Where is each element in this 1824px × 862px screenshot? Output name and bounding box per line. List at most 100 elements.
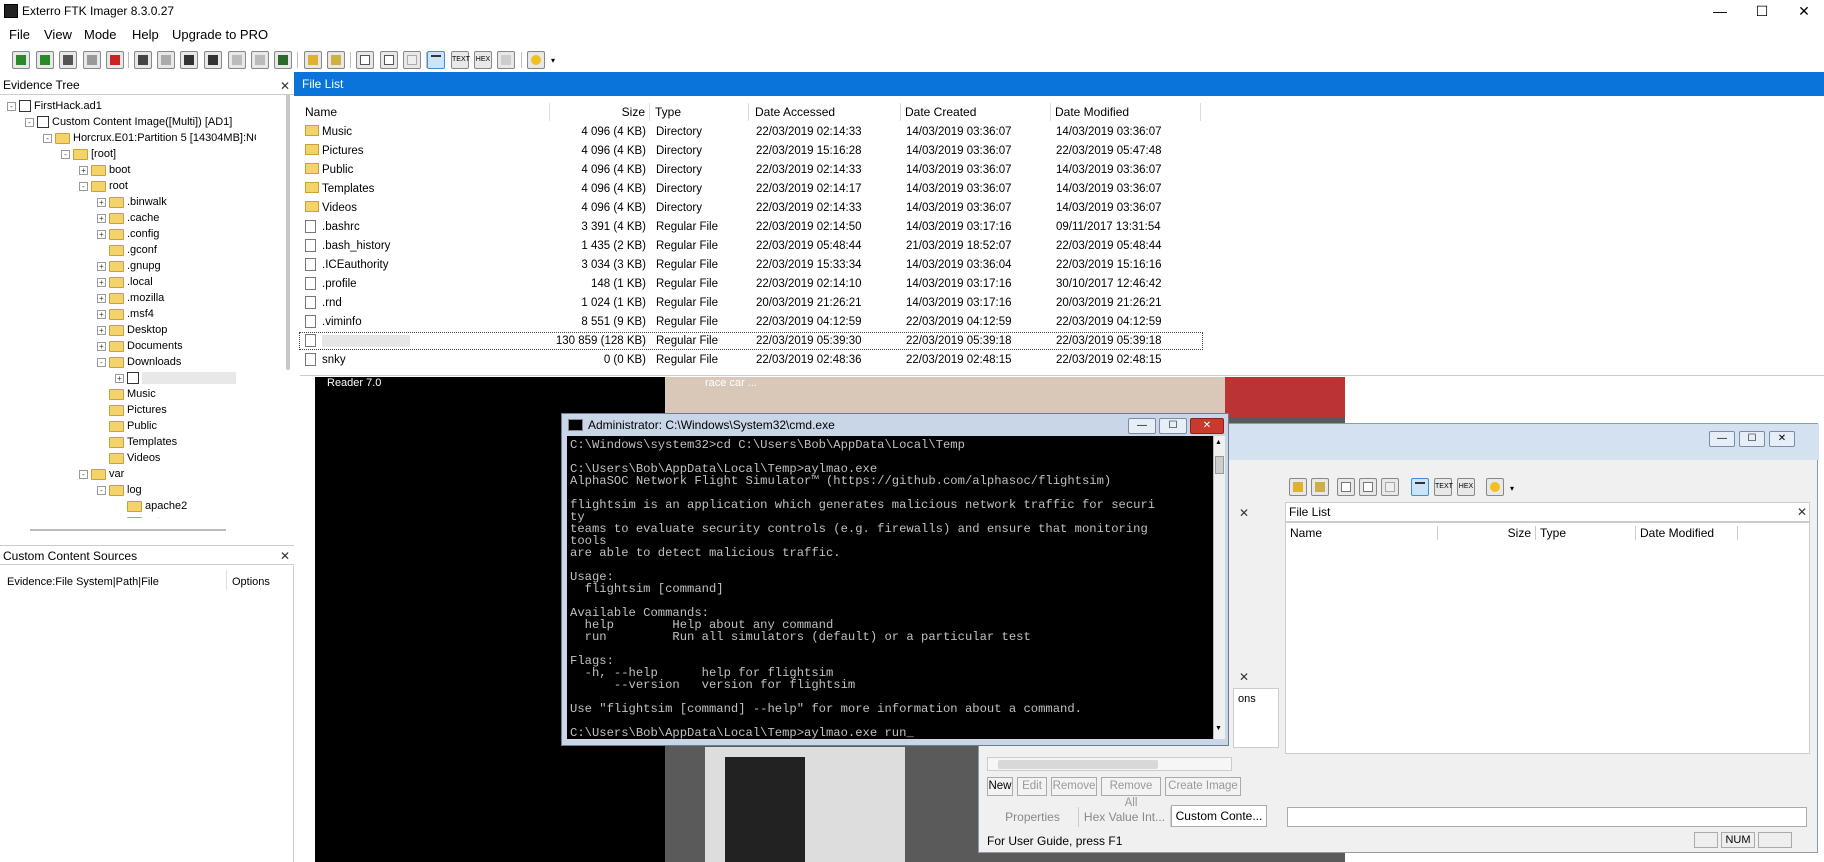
expand-icon[interactable]: + [97,341,106,351]
ftk2-col-name[interactable]: Name [1290,526,1438,540]
tree-node[interactable]: Templates [97,434,177,450]
tree-node[interactable]: + .cache [97,210,159,226]
tree-node[interactable]: Public [97,418,157,434]
ftk2-text-view-button[interactable]: TEXT [1434,478,1453,496]
collapse-icon[interactable]: - [97,357,106,367]
tree-node[interactable]: + .binwalk [97,194,167,210]
tree-node[interactable]: + [115,370,236,386]
file-row[interactable]: .bashrc 3 391 (4 KB) Regular File 22/03/201… [300,219,1202,235]
tree-node[interactable]: - [root] [61,146,116,162]
tree-node[interactable]: Videos [97,450,160,466]
ftk2-col-modified[interactable]: Date Modified [1640,526,1738,540]
ftk2-hscrollbar[interactable] [987,757,1232,771]
help-icon[interactable] [527,51,545,69]
tree-hscrollbar[interactable] [30,529,226,531]
file-row[interactable]: Music 4 096 (4 KB) Directory 22/03/2019 02:… [300,124,1202,140]
document-icon[interactable] [380,51,398,69]
collapse-icon[interactable]: - [61,149,70,159]
cmd-terminal[interactable]: C:\Windows\system32>cd C:\Users\Bob\AppD… [567,436,1215,739]
col-size[interactable]: Size [550,103,650,121]
auto-view-icon[interactable] [427,51,445,69]
ftk2-maximize-button[interactable]: ☐ [1739,431,1765,447]
expand-icon[interactable]: + [97,213,106,223]
menu-mode[interactable]: Mode [84,27,117,42]
ftk2-edit-button[interactable]: Edit [1017,777,1047,796]
ftk2-new-button[interactable]: New [987,777,1013,796]
ftk2-create-image-button[interactable]: Create Image [1165,777,1241,796]
file-row[interactable]: .profile 148 (1 KB) Regular File 22/03/2019… [300,276,1202,292]
file-row[interactable]: .ICEauthority 3 034 (3 KB) Regular File 22/… [300,257,1202,273]
custom-content-close-icon[interactable]: ✕ [280,549,290,563]
toolbar-overflow-icon[interactable]: ▾ [551,56,555,65]
collapse-icon[interactable]: - [43,133,52,143]
expand-icon[interactable]: + [79,165,88,175]
tree-node[interactable]: + .mozilla [97,290,164,306]
evidence-tree-close-icon[interactable]: ✕ [280,79,290,93]
col-type[interactable]: Type [651,103,749,121]
custom-content-icon[interactable] [304,51,322,69]
cmd-close-button[interactable]: ✕ [1190,418,1224,434]
expand-icon[interactable]: + [97,197,106,207]
ftk2-left-close-icon[interactable]: ✕ [1239,506,1249,520]
file-row[interactable]: Videos 4 096 (4 KB) Directory 22/03/2019 02… [300,200,1202,216]
tree-node[interactable]: + .config [97,226,159,242]
ftk2-minimize-button[interactable]: — [1709,431,1735,447]
ftk2-file-list-close-icon[interactable]: ✕ [1797,505,1807,519]
col-accessed[interactable]: Date Accessed [751,103,901,121]
tree-node[interactable]: + .msf4 [97,306,154,322]
tree-node[interactable]: - Horcrux.E01:Partition 5 [14304MB]:NONA [43,130,256,146]
file-row[interactable]: Public 4 096 (4 KB) Directory 22/03/2019 02… [300,162,1202,178]
collapse-icon[interactable]: - [25,117,34,127]
remove-all-icon[interactable] [106,51,124,69]
col-name[interactable]: Name [301,103,550,121]
cmd-scrollbar[interactable]: ▲ ▼ [1213,436,1225,739]
memory-chip-icon[interactable] [274,51,292,69]
ftk2-custom-content-icon[interactable] [1289,478,1307,496]
file-row[interactable]: Pictures 4 096 (4 KB) Directory 22/03/2019 … [300,143,1202,159]
ftk2-remove-all-button[interactable]: Remove All [1101,777,1161,809]
save-icon[interactable] [180,51,198,69]
ftk2-remove-button[interactable]: Remove [1051,777,1097,796]
menu-view[interactable]: View [44,27,72,42]
tree-node[interactable]: - root [79,178,128,194]
ftk2-tab-hex-value[interactable]: Hex Value Int... [1079,807,1171,827]
ftk2-document2-icon[interactable] [1359,478,1377,496]
tree-node[interactable]: .gconf [97,242,157,258]
collapse-icon[interactable]: - [7,101,16,111]
file-row[interactable]: .viminfo 8 551 (9 KB) Regular File 22/03/20… [300,314,1202,330]
verify-drive-icon[interactable] [204,51,222,69]
ftk2-key-icon[interactable] [1311,478,1329,496]
minimize-button[interactable]: — [1700,0,1740,22]
obtain-protected-files-icon[interactable] [251,51,269,69]
col-modified[interactable]: Date Modified [1051,103,1201,121]
tree-node[interactable]: + Documents [97,338,183,354]
tree-node[interactable]: - Custom Content Image([Multi]) [AD1] [25,114,232,130]
ftk2-document3-icon[interactable] [1381,478,1399,496]
add-all-evidence-icon[interactable] [36,51,54,69]
file-row[interactable]: snky 0 (0 KB) Regular File 22/03/2019 02:48… [300,352,1202,368]
expand-icon[interactable]: + [97,325,106,335]
capture-memory-icon[interactable] [228,51,246,69]
collapse-icon[interactable]: - [79,181,88,191]
file-row[interactable]: 130 859 (128 KB) Regular File 22/03/2019 0… [299,332,1203,350]
collapse-icon[interactable]: - [97,485,106,495]
tree-node[interactable]: - log [97,482,142,498]
document-gray-icon[interactable] [403,51,421,69]
ftk2-help-icon[interactable] [1486,478,1504,496]
menu-upgrade[interactable]: Upgrade to PRO [172,27,268,42]
tree-node[interactable]: + .local [97,274,153,290]
image-mounting-icon[interactable] [59,51,77,69]
tree-scrollbar[interactable] [286,94,290,370]
expand-icon[interactable]: + [97,229,106,239]
cmd-maximize-button[interactable]: ☐ [1159,418,1187,434]
ftk2-bottom-field[interactable] [1287,807,1807,827]
collapse-icon[interactable]: - [79,469,88,479]
tree-node[interactable]: Music [97,386,156,402]
tree-node[interactable]: - FirstHack.ad1 [7,98,102,114]
close-button[interactable]: ✕ [1784,0,1824,22]
new-document-icon[interactable] [356,51,374,69]
tree-node[interactable]: - Downloads [97,354,181,370]
file-row[interactable]: Templates 4 096 (4 KB) Directory 22/03/2019… [300,181,1202,197]
menu-help[interactable]: Help [132,27,159,42]
tree-node[interactable]: apt [115,514,160,518]
